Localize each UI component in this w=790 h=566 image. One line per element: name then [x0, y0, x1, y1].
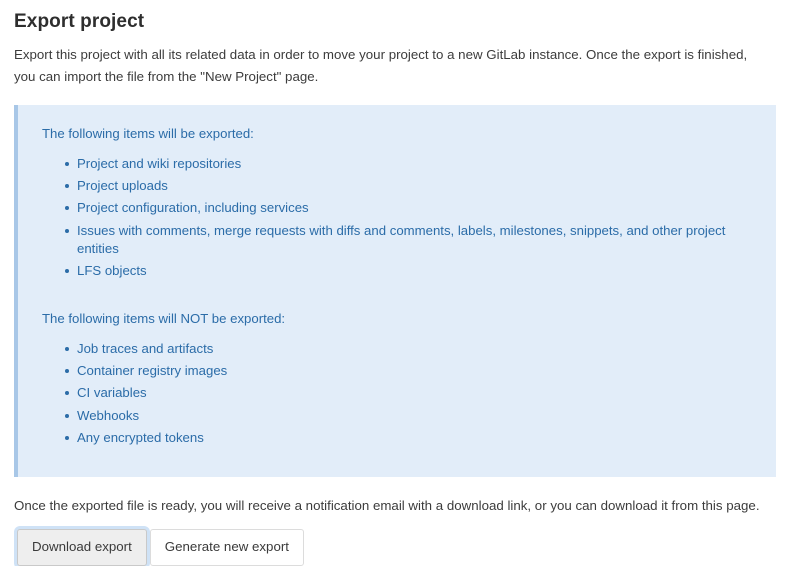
list-item: Webhooks	[42, 407, 754, 429]
generate-new-export-button[interactable]: Generate new export	[149, 529, 304, 566]
page-title: Export project	[14, 11, 145, 32]
list-item: Job traces and artifacts	[42, 340, 754, 362]
action-button-row: Download export Generate new export	[14, 529, 776, 566]
download-export-button[interactable]: Download export	[17, 529, 147, 566]
list-item: Issues with comments, merge requests wit…	[42, 222, 754, 262]
list-item: LFS objects	[42, 262, 754, 284]
export-info-panel: The following items will be exported: Pr…	[14, 105, 776, 478]
list-item: CI variables	[42, 384, 754, 406]
page-intro-text: Export this project with all its related…	[14, 47, 748, 84]
included-items-heading: The following items will be exported:	[42, 126, 254, 142]
list-item: Project uploads	[42, 177, 754, 199]
excluded-items-heading: The following items will NOT be exported…	[42, 311, 286, 327]
excluded-items-list: Job traces and artifacts Container regis…	[42, 340, 754, 451]
export-project-page: Export project Export this project with …	[0, 0, 790, 566]
export-ready-note: Once the exported file is ready, you wil…	[14, 498, 760, 514]
list-item: Any encrypted tokens	[42, 429, 754, 451]
list-item: Project configuration, including service…	[42, 199, 754, 221]
list-item: Project and wiki repositories	[42, 155, 754, 177]
list-item: Container registry images	[42, 362, 754, 384]
included-items-list: Project and wiki repositories Project up…	[42, 155, 754, 284]
